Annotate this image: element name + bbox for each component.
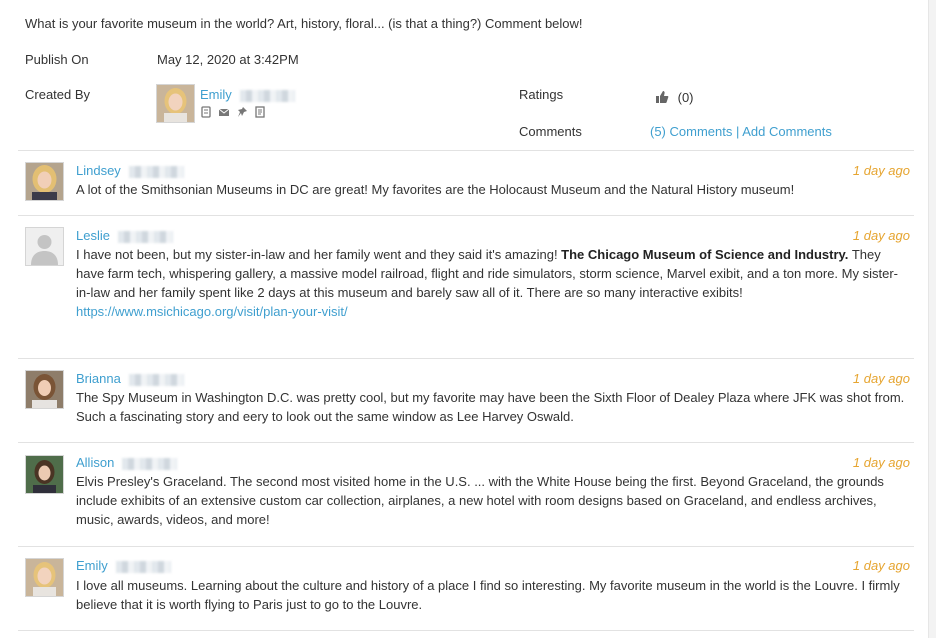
- redacted-surname: [239, 89, 295, 102]
- creator-name[interactable]: Emily: [200, 87, 295, 102]
- comments-links: (5) Comments | Add Comments: [650, 124, 832, 139]
- divider: [18, 150, 914, 151]
- comment-avatar[interactable]: [25, 162, 64, 201]
- divider: [18, 442, 914, 443]
- post-question: What is your favorite museum in the worl…: [25, 16, 583, 31]
- comment-author[interactable]: Brianna: [76, 371, 184, 386]
- ratings-count: (0): [677, 90, 694, 105]
- created-by-label: Created By: [25, 87, 91, 102]
- ratings-label: Ratings: [519, 87, 564, 102]
- comment-avatar[interactable]: [25, 227, 64, 266]
- divider: [18, 358, 914, 359]
- comment-avatar[interactable]: [25, 455, 64, 494]
- thumbs-up-icon[interactable]: [655, 90, 669, 107]
- comment-text: A lot of the Smithsonian Museums in DC a…: [76, 182, 795, 197]
- pin-icon[interactable]: [236, 106, 248, 118]
- view-comments-link[interactable]: (5) Comments: [650, 124, 732, 139]
- publish-date: May 12, 2020 at 3:42PM: [157, 52, 299, 67]
- rating-control[interactable]: (0): [655, 90, 694, 107]
- comment-bold-text: The Chicago Museum of Science and Indust…: [561, 247, 849, 262]
- creator-avatar[interactable]: [156, 84, 195, 123]
- add-comments-link[interactable]: Add Comments: [742, 124, 832, 139]
- divider: [18, 546, 914, 547]
- comment-avatar[interactable]: [25, 558, 64, 597]
- redacted-surname: [115, 560, 171, 573]
- redacted-surname: [128, 165, 184, 178]
- note-icon[interactable]: [254, 106, 266, 118]
- comment-author[interactable]: Lindsey: [76, 163, 184, 178]
- redacted-surname: [117, 230, 173, 243]
- creator-actions: [200, 106, 266, 118]
- comment-timestamp: 1 day ago: [852, 455, 910, 470]
- divider: [18, 630, 914, 631]
- comment-text: Elvis Presley's Graceland. The second mo…: [76, 474, 884, 527]
- post-detail-panel: What is your favorite museum in the worl…: [0, 0, 936, 638]
- email-icon[interactable]: [218, 106, 230, 118]
- comment-timestamp: 1 day ago: [852, 228, 910, 243]
- redacted-surname: [128, 373, 184, 386]
- contact-card-icon[interactable]: [200, 106, 212, 118]
- comment-timestamp: 1 day ago: [852, 163, 910, 178]
- redacted-surname: [122, 457, 178, 470]
- comments-label: Comments: [519, 124, 582, 139]
- scrollbar[interactable]: [928, 0, 936, 638]
- publish-label: Publish On: [25, 52, 89, 67]
- comment-avatar[interactable]: [25, 370, 64, 409]
- comment-author[interactable]: Allison: [76, 455, 178, 470]
- divider: [18, 215, 914, 216]
- comment-text: I have not been, but my sister-in-law an…: [76, 245, 911, 321]
- comment-author[interactable]: Emily: [76, 558, 171, 573]
- comment-author[interactable]: Leslie: [76, 228, 173, 243]
- comment-timestamp: 1 day ago: [852, 371, 910, 386]
- comment-link[interactable]: https://www.msichicago.org/visit/plan-yo…: [76, 302, 911, 321]
- comment-timestamp: 1 day ago: [852, 558, 910, 573]
- comment-text: I love all museums. Learning about the c…: [76, 578, 900, 612]
- link-separator: |: [732, 124, 743, 139]
- comment-text: The Spy Museum in Washington D.C. was pr…: [76, 390, 905, 424]
